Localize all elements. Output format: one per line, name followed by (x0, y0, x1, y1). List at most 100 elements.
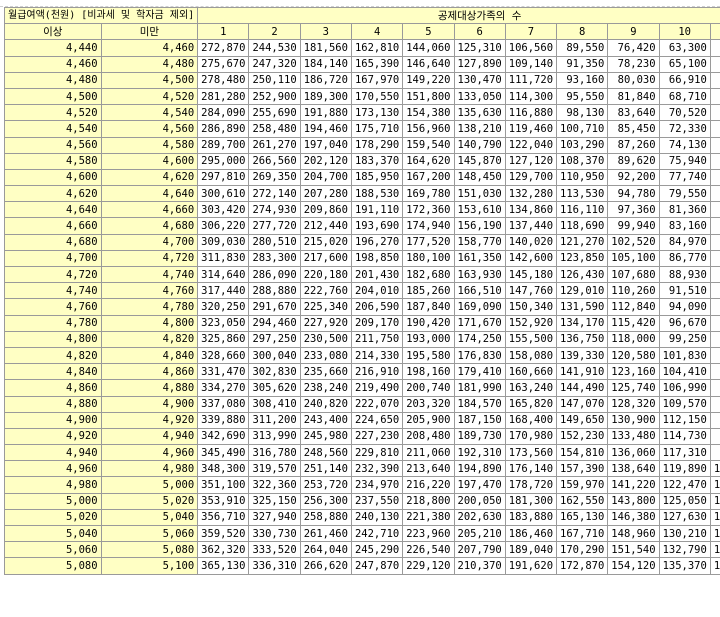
tax-amount-cell: 172,870 (556, 557, 609, 575)
tax-amount-cell: 200,740 (402, 379, 455, 397)
tax-amount-cell: 256,300 (299, 492, 352, 510)
tax-amount-cell: 188,530 (350, 185, 404, 203)
tax-amount-cell: 137,440 (504, 217, 558, 235)
tax-amount-cell: 302,830 (248, 363, 301, 381)
tax-amount-cell: 151,030 (453, 185, 506, 203)
income-upper-bound: 5,020 (100, 492, 199, 510)
tax-amount-cell: 88,240 (709, 379, 720, 397)
tax-amount-cell: 98,130 (556, 104, 609, 122)
table-row: 4,640 4,660 303,420 274,930 209,860 191,110 17… (4, 201, 720, 219)
tax-amount-cell: 145,180 (504, 265, 558, 284)
tax-amount-cell: 245,980 (299, 427, 352, 446)
table-row: 4,940 4,960 345,490 316,780 248,560 229,810 21… (4, 444, 720, 462)
tax-amount-cell: 94,090 (658, 298, 711, 316)
tax-amount-cell: 77,260 (709, 282, 720, 300)
tax-amount-cell: 96,670 (658, 314, 711, 332)
tax-amount-cell: 118,000 (607, 330, 660, 348)
tax-amount-cell: 362,320 (197, 541, 250, 559)
tax-amount-cell: 92,200 (607, 168, 660, 187)
income-lower-bound: 4,880 (4, 395, 102, 413)
tax-amount-cell: 135,630 (453, 104, 506, 122)
tax-amount-cell: 222,760 (299, 282, 352, 300)
tax-amount-cell: 68,710 (658, 87, 711, 106)
tax-amount-cell: 286,090 (248, 265, 301, 284)
dependents-column-7: 7 (504, 23, 558, 41)
tax-amount-cell: 250,110 (248, 71, 301, 89)
dependents-column-11: 11 (709, 23, 720, 41)
income-lower-bound: 4,600 (4, 168, 102, 187)
tax-amount-cell: 297,250 (248, 330, 301, 348)
tax-amount-cell: 323,050 (197, 314, 250, 332)
tax-amount-cell: 64,620 (709, 168, 720, 187)
tax-amount-cell: 93,400 (709, 411, 720, 429)
tax-amount-cell: 233,080 (299, 346, 352, 365)
tax-amount-cell: 71,840 (709, 233, 720, 251)
tax-amount-cell: 95,550 (556, 87, 609, 106)
page-top-edge (0, 0, 720, 7)
tax-amount-cell: 134,170 (556, 314, 609, 332)
tax-amount-cell: 76,420 (607, 39, 660, 57)
tax-amount-cell: 144,490 (556, 379, 609, 397)
tax-amount-cell: 150,340 (504, 298, 558, 316)
tax-amount-cell: 106,300 (709, 492, 720, 510)
tax-amount-cell: 74,130 (658, 136, 711, 154)
tax-amount-cell: 143,800 (607, 492, 660, 510)
tax-amount-cell: 351,100 (197, 476, 250, 494)
income-upper-bound: 4,860 (100, 363, 199, 381)
tax-amount-cell: 211,750 (350, 330, 404, 348)
tax-amount-cell: 139,330 (556, 346, 609, 365)
tax-amount-cell: 81,840 (607, 87, 660, 106)
tax-amount-cell: 161,350 (453, 249, 506, 268)
income-upper-bound: 4,920 (100, 411, 199, 429)
tax-amount-cell: 261,460 (299, 524, 352, 543)
tax-amount-cell: 202,630 (453, 508, 506, 527)
income-upper-bound: 4,640 (100, 185, 199, 203)
tax-amount-cell: 117,310 (658, 444, 711, 462)
tax-amount-cell: 59,200 (709, 120, 720, 138)
tax-amount-cell: 234,970 (350, 476, 404, 494)
tax-amount-cell: 75,940 (658, 152, 711, 170)
tax-amount-cell: 100,710 (556, 120, 609, 138)
income-upper-bound: 4,700 (100, 233, 199, 251)
income-lower-bound: 4,540 (4, 120, 102, 138)
tax-amount-cell: 53,780 (709, 71, 720, 89)
tax-amount-cell: 325,860 (197, 330, 250, 348)
table-row: 4,580 4,600 295,000 266,560 202,120 183,370 16… (4, 152, 720, 170)
dependents-column-4: 4 (350, 23, 404, 41)
tax-amount-cell: 123,850 (556, 249, 609, 268)
tax-amount-cell: 264,040 (299, 541, 352, 559)
tax-amount-cell: 119,890 (658, 460, 711, 478)
tax-amount-cell: 229,120 (402, 557, 455, 575)
tax-amount-cell: 73,650 (709, 249, 720, 268)
tax-amount-cell: 127,630 (658, 508, 711, 527)
tax-amount-cell: 103,720 (709, 476, 720, 494)
income-lower-bound: 4,440 (4, 39, 102, 57)
tax-amount-cell: 311,200 (248, 411, 301, 429)
tax-amount-cell: 184,140 (299, 55, 352, 73)
tax-amount-cell: 114,040 (709, 541, 720, 559)
tax-amount-cell: 194,460 (299, 120, 352, 138)
tax-amount-cell: 162,810 (350, 39, 404, 57)
tax-amount-cell: 148,960 (607, 524, 660, 543)
dependents-column-10: 10 (658, 23, 711, 41)
tax-amount-cell: 129,010 (556, 282, 609, 300)
tax-amount-cell: 183,370 (350, 152, 404, 170)
income-lower-bound: 4,820 (4, 346, 102, 365)
tax-amount-cell: 70,520 (658, 104, 711, 122)
tax-amount-cell: 108,370 (556, 152, 609, 170)
dependents-column-6: 6 (453, 23, 506, 41)
income-upper-bound: 4,840 (100, 346, 199, 365)
tax-amount-cell: 99,940 (607, 217, 660, 235)
tax-amount-cell: 127,120 (504, 152, 558, 170)
table-row: 4,920 4,940 342,690 313,990 245,980 227,230 20… (4, 427, 720, 446)
table-row: 5,080 5,100 365,130 336,310 266,620 247,870 22… (4, 557, 720, 575)
tax-amount-cell: 284,090 (197, 104, 250, 122)
tax-amount-cell: 193,000 (402, 330, 455, 348)
tax-amount-cell: 111,720 (504, 71, 558, 89)
income-upper-bound: 4,540 (100, 104, 199, 122)
income-upper-bound: 4,600 (100, 152, 199, 170)
tax-amount-cell: 125,050 (658, 492, 711, 510)
tax-amount-cell: 205,900 (402, 411, 455, 429)
tax-amount-cell: 261,270 (248, 136, 301, 154)
tax-amount-cell: 151,800 (402, 87, 455, 106)
